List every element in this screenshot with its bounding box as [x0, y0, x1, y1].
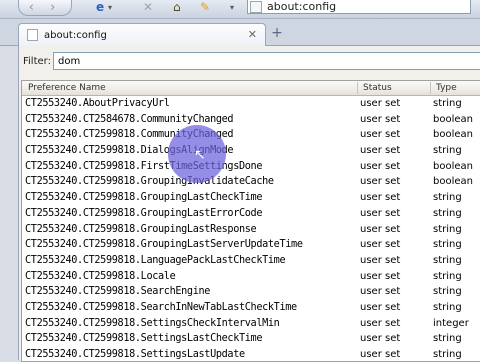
table-row[interactable]: CT2553240.CT2599818.GroupingLastCheckTim…	[22, 190, 480, 206]
table-row[interactable]: CT2553240.CT2599818.GroupingInvalidateCa…	[22, 174, 480, 190]
column-header-name[interactable]: Preference Name	[28, 83, 106, 93]
preference-status: user set	[360, 176, 401, 188]
preference-type: string	[433, 145, 462, 157]
preference-name: CT2553240.CT2599818.SearchEngine	[25, 286, 211, 298]
preference-name: CT2553240.CT2599818.FirstTimeSettingsDon…	[25, 160, 263, 172]
address-bar[interactable]: about:config	[247, 0, 471, 14]
cursor-highlight: ↖	[168, 125, 226, 183]
preference-status: user set	[360, 223, 401, 235]
preference-type: string	[433, 239, 462, 251]
preference-type: string	[433, 286, 462, 298]
preference-status: user set	[360, 349, 401, 360]
home-icon[interactable]: ⌂	[173, 0, 181, 14]
column-header-status[interactable]: Status	[363, 83, 392, 93]
preference-type: string	[433, 333, 462, 345]
preference-type: string	[433, 223, 462, 235]
new-tab-button[interactable]: +	[270, 25, 284, 41]
preference-status: user set	[360, 113, 401, 125]
preference-type: string	[433, 301, 462, 313]
preference-name: CT2553240.CT2599818.SettingsLastCheckTim…	[25, 333, 263, 345]
dropdown-arrow-icon[interactable]: ▾	[108, 3, 112, 12]
column-divider[interactable]	[430, 82, 431, 94]
navigation-toolbar: ‹ › e ▾ ✕ ⌂ ✎ ▾ about:config	[0, 0, 480, 19]
preferences-table: Preference Name Status Type CT2553240.Ab…	[21, 80, 480, 362]
table-row[interactable]: CT2553240.CT2599818.DialogsAlignMode user…	[22, 143, 480, 159]
preference-name: CT2553240.CT2599818.Locale	[25, 270, 176, 282]
column-divider[interactable]	[357, 82, 358, 94]
tab-strip: about:config ✕ +	[0, 19, 480, 46]
table-row[interactable]: CT2553240.CT2599818.GroupingLastErrorCod…	[22, 206, 480, 222]
tab-title: about:config	[44, 29, 107, 41]
table-row[interactable]: CT2553240.CT2599818.GroupingLastServerUp…	[22, 237, 480, 253]
table-header: Preference Name Status Type	[22, 81, 480, 96]
table-row[interactable]: CT2553240.CT2599818.SearchInNewTabLastCh…	[22, 300, 480, 316]
preference-name: CT2553240.CT2584678.CommunityChanged	[25, 113, 234, 125]
stop-icon[interactable]: ✕	[143, 0, 153, 14]
table-row[interactable]: CT2553240.CT2584678.CommunityChanged user…	[22, 112, 480, 128]
table-row[interactable]: CT2553240.CT2599818.GroupingLastResponse…	[22, 222, 480, 238]
preference-type: boolean	[433, 176, 473, 188]
preference-type: string	[433, 270, 462, 282]
preference-type: string	[433, 192, 462, 204]
page-icon	[250, 0, 262, 13]
preference-type: boolean	[433, 160, 473, 172]
back-forward-buttons[interactable]: ‹ ›	[18, 0, 72, 16]
table-row[interactable]: CT2553240.CT2599818.CommunityChanged user…	[22, 127, 480, 143]
table-row[interactable]: CT2553240.CT2599818.SearchEngine user set…	[22, 284, 480, 300]
preference-name: CT2553240.CT2599818.GroupingLastResponse	[25, 223, 257, 235]
table-row[interactable]: CT2553240.CT2599818.FirstTimeSettingsDon…	[22, 159, 480, 175]
preference-type: boolean	[433, 129, 473, 141]
preference-name: CT2553240.CT2599818.SettingsCheckInterva…	[25, 317, 280, 329]
preference-type: boolean	[433, 113, 473, 125]
preference-status: user set	[360, 192, 401, 204]
preference-name: CT2553240.CT2599818.GroupingLastCheckTim…	[25, 192, 263, 204]
tab-about-config[interactable]: about:config ✕	[18, 23, 266, 46]
preference-status: user set	[360, 129, 401, 141]
preference-name: CT2553240.CT2599818.GroupingInvalidateCa…	[25, 176, 274, 188]
preference-status: user set	[360, 160, 401, 172]
ie-logo-icon[interactable]: e	[96, 0, 104, 14]
filter-row: Filter:	[19, 52, 480, 70]
preference-type: string	[433, 207, 462, 219]
preference-name: CT2553240.CT2599818.GroupingLastServerUp…	[25, 239, 303, 251]
dropdown-arrow-icon[interactable]: ▾	[230, 3, 234, 12]
table-row[interactable]: CT2553240.CT2599818.SettingsCheckInterva…	[22, 316, 480, 332]
preference-name: CT2553240.CT2599818.SettingsLastUpdate	[25, 349, 245, 360]
preference-name: CT2553240.CT2599818.GroupingLastErrorCod…	[25, 207, 263, 219]
preference-status: user set	[360, 207, 401, 219]
close-tab-icon[interactable]: ✕	[248, 28, 257, 41]
table-body: CT2553240.AboutPrivacyUrl user set string C…	[22, 96, 480, 361]
preference-type: string	[433, 349, 462, 360]
filter-input[interactable]	[53, 52, 480, 70]
preference-status: user set	[360, 270, 401, 282]
mouse-cursor-icon: ↖	[194, 147, 206, 163]
table-row[interactable]: CT2553240.CT2599818.Locale user set string	[22, 269, 480, 285]
column-header-type[interactable]: Type	[436, 83, 457, 93]
page-icon	[27, 29, 38, 41]
preference-status: user set	[360, 98, 401, 109]
preference-status: user set	[360, 286, 401, 298]
preference-name: CT2553240.CT2599818.LanguagePackLastChec…	[25, 254, 286, 266]
preference-status: user set	[360, 317, 401, 329]
address-text[interactable]: about:config	[267, 0, 336, 13]
preference-type: integer	[433, 317, 469, 329]
preference-name: CT2553240.CT2599818.SearchInNewTabLastCh…	[25, 301, 297, 313]
preference-status: user set	[360, 333, 401, 345]
preference-status: user set	[360, 301, 401, 313]
preference-type: string	[433, 98, 462, 109]
preference-type: string	[433, 254, 462, 266]
table-row[interactable]: CT2553240.CT2599818.LanguagePackLastChec…	[22, 253, 480, 269]
table-row[interactable]: CT2553240.AboutPrivacyUrl user set string	[22, 96, 480, 112]
table-row[interactable]: CT2553240.CT2599818.SettingsLastCheckTim…	[22, 331, 480, 347]
preference-status: user set	[360, 145, 401, 157]
about-config-page: Filter: Preference Name Status Type CT25…	[18, 46, 480, 362]
preference-name: CT2553240.AboutPrivacyUrl	[25, 98, 170, 109]
preference-status: user set	[360, 239, 401, 251]
filter-label: Filter:	[23, 56, 51, 67]
preference-status: user set	[360, 254, 401, 266]
pencil-icon[interactable]: ✎	[200, 0, 210, 14]
